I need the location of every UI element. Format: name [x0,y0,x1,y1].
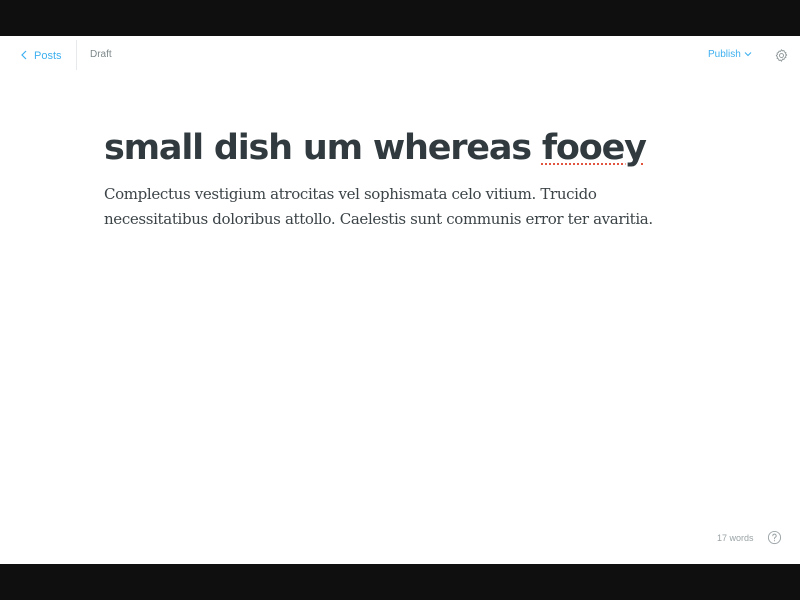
chevron-down-icon [744,49,752,60]
post-status: Draft [90,49,112,60]
publish-label: Publish [708,49,741,60]
publish-menu-button[interactable]: Publish [708,49,752,60]
chevron-left-icon [20,50,28,63]
gear-icon[interactable] [774,48,789,63]
toolbar-divider [76,40,77,70]
post-title[interactable]: small dish um whereas fooey [104,128,647,168]
misspelled-word: fooey [541,128,647,168]
title-text: small dish um whereas [104,128,542,168]
editor-window: Posts Draft Publish small dish um wherea… [0,36,800,564]
letterbox-top [0,0,800,36]
editor-toolbar: Posts Draft Publish [0,36,800,76]
back-link-label: Posts [34,50,62,62]
word-count: 17 words [717,533,754,543]
letterbox-bottom [0,564,800,600]
post-body[interactable]: Complectus vestigium atrocitas vel sophi… [104,182,704,232]
back-to-posts-link[interactable]: Posts [20,48,62,64]
question-circle-icon[interactable] [767,530,782,545]
